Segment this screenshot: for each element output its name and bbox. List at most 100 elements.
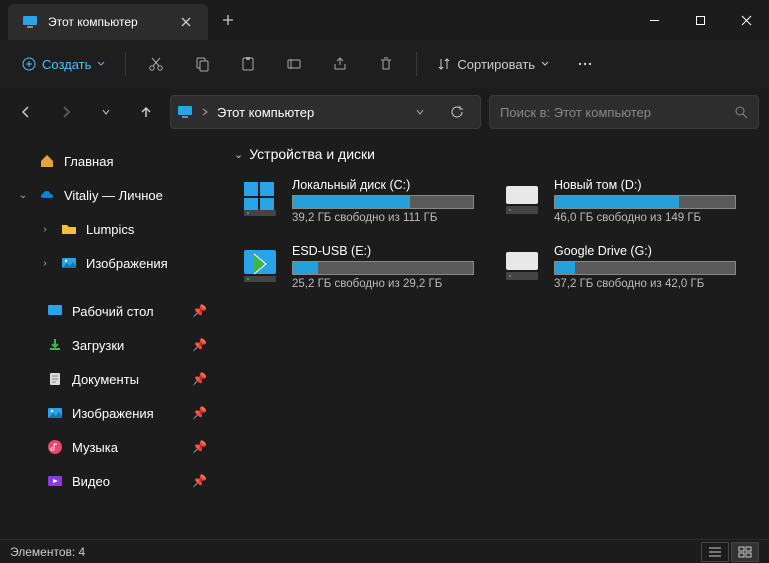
refresh-button[interactable] bbox=[440, 95, 474, 129]
chevron-down-icon: ⌄ bbox=[16, 190, 30, 201]
sidebar-label: Видео bbox=[72, 474, 184, 489]
folder-icon bbox=[60, 220, 78, 238]
drive-capacity-bar bbox=[292, 261, 474, 275]
forward-button[interactable] bbox=[50, 96, 82, 128]
search-icon bbox=[734, 105, 748, 119]
drive-capacity-bar bbox=[554, 261, 736, 275]
sidebar-label: Изображения bbox=[86, 256, 208, 271]
tab-title: Этот компьютер bbox=[48, 15, 168, 29]
paste-icon bbox=[240, 56, 256, 72]
sidebar-item-documents[interactable]: Документы 📌 bbox=[4, 362, 214, 396]
downloads-icon bbox=[46, 336, 64, 354]
breadcrumb-sep-icon bbox=[201, 108, 209, 116]
details-view-button[interactable] bbox=[701, 542, 729, 562]
sidebar-item-images[interactable]: › Изображения bbox=[4, 246, 214, 280]
address-bar[interactable]: Этот компьютер bbox=[170, 95, 481, 129]
copy-button[interactable] bbox=[182, 47, 222, 81]
item-count: Элементов: 4 bbox=[10, 545, 85, 559]
cloud-icon bbox=[38, 186, 56, 204]
drive-icon bbox=[500, 242, 544, 286]
address-dropdown[interactable] bbox=[408, 107, 432, 117]
desktop-icon bbox=[46, 302, 64, 320]
sidebar-item-desktop[interactable]: Рабочий стол 📌 bbox=[4, 294, 214, 328]
drive-icon bbox=[238, 242, 282, 286]
sidebar-label: Lumpics bbox=[86, 222, 208, 237]
minimize-button[interactable] bbox=[631, 0, 677, 40]
sidebar-label: Рабочий стол bbox=[72, 304, 184, 319]
sidebar-item-videos[interactable]: Видео 📌 bbox=[4, 464, 214, 498]
chevron-right-icon: › bbox=[38, 258, 52, 269]
pin-icon: 📌 bbox=[192, 406, 208, 420]
drive-icon bbox=[500, 176, 544, 220]
address-path: Этот компьютер bbox=[217, 105, 400, 120]
cut-button[interactable] bbox=[136, 47, 176, 81]
content-pane: ⌄ Устройства и диски Локальный диск (C:)… bbox=[218, 136, 769, 539]
sidebar-label: Vitaliy — Личное bbox=[64, 188, 208, 203]
drives-grid: Локальный диск (C:) 39,2 ГБ свободно из 1… bbox=[234, 172, 753, 296]
create-button[interactable]: Создать bbox=[12, 47, 115, 81]
sidebar-label: Документы bbox=[72, 372, 184, 387]
recent-dropdown[interactable] bbox=[90, 96, 122, 128]
share-button[interactable] bbox=[320, 47, 360, 81]
video-icon bbox=[46, 472, 64, 490]
navbar: Этот компьютер Поиск в: Этот компьютер bbox=[0, 88, 769, 136]
up-button[interactable] bbox=[130, 96, 162, 128]
rename-button[interactable] bbox=[274, 47, 314, 81]
drive-item[interactable]: ESD-USB (E:) 25,2 ГБ свободно из 29,2 ГБ bbox=[234, 238, 478, 296]
section-devices-header[interactable]: ⌄ Устройства и диски bbox=[234, 146, 753, 162]
drive-free-space: 25,2 ГБ свободно из 29,2 ГБ bbox=[292, 278, 474, 290]
sidebar-item-downloads[interactable]: Загрузки 📌 bbox=[4, 328, 214, 362]
sidebar-item-lumpics[interactable]: › Lumpics bbox=[4, 212, 214, 246]
sidebar: Главная ⌄ Vitaliy — Личное › Lumpics › И… bbox=[0, 136, 218, 539]
home-icon bbox=[38, 152, 56, 170]
sidebar-item-pictures[interactable]: Изображения 📌 bbox=[4, 396, 214, 430]
drive-name: Google Drive (G:) bbox=[554, 244, 736, 258]
pin-icon: 📌 bbox=[192, 440, 208, 454]
close-tab-icon[interactable] bbox=[178, 14, 194, 30]
more-button[interactable] bbox=[565, 47, 605, 81]
drive-item[interactable]: Google Drive (G:) 37,2 ГБ свободно из 42,… bbox=[496, 238, 740, 296]
chevron-down-icon: ⌄ bbox=[234, 148, 243, 161]
drive-name: ESD-USB (E:) bbox=[292, 244, 474, 258]
statusbar: Элементов: 4 bbox=[0, 539, 769, 563]
tiles-view-button[interactable] bbox=[731, 542, 759, 562]
sort-button[interactable]: Сортировать bbox=[427, 47, 559, 81]
trash-icon bbox=[378, 56, 394, 72]
drive-name: Новый том (D:) bbox=[554, 178, 736, 192]
cut-icon bbox=[148, 56, 164, 72]
drive-free-space: 46,0 ГБ свободно из 149 ГБ bbox=[554, 212, 736, 224]
pin-icon: 📌 bbox=[192, 304, 208, 318]
ellipsis-icon bbox=[577, 56, 593, 72]
sidebar-item-onedrive[interactable]: ⌄ Vitaliy — Личное bbox=[4, 178, 214, 212]
back-button[interactable] bbox=[10, 96, 42, 128]
drive-free-space: 37,2 ГБ свободно из 42,0 ГБ bbox=[554, 278, 736, 290]
maximize-button[interactable] bbox=[677, 0, 723, 40]
monitor-icon bbox=[22, 14, 38, 30]
monitor-icon bbox=[177, 104, 193, 120]
search-placeholder: Поиск в: Этот компьютер bbox=[500, 105, 726, 120]
close-window-button[interactable] bbox=[723, 0, 769, 40]
drive-item[interactable]: Новый том (D:) 46,0 ГБ свободно из 149 ГБ bbox=[496, 172, 740, 230]
music-icon bbox=[46, 438, 64, 456]
chevron-right-icon: › bbox=[38, 224, 52, 235]
drive-name: Локальный диск (C:) bbox=[292, 178, 474, 192]
toolbar: Создать Сортировать bbox=[0, 40, 769, 88]
sidebar-label: Загрузки bbox=[72, 338, 184, 353]
copy-icon bbox=[194, 56, 210, 72]
new-tab-button[interactable] bbox=[208, 0, 248, 40]
share-icon bbox=[332, 56, 348, 72]
sidebar-item-home[interactable]: Главная bbox=[4, 144, 214, 178]
delete-button[interactable] bbox=[366, 47, 406, 81]
sidebar-label: Главная bbox=[64, 154, 208, 169]
sort-label: Сортировать bbox=[457, 57, 535, 72]
drive-item[interactable]: Локальный диск (C:) 39,2 ГБ свободно из 1… bbox=[234, 172, 478, 230]
search-box[interactable]: Поиск в: Этот компьютер bbox=[489, 95, 759, 129]
sidebar-label: Музыка bbox=[72, 440, 184, 455]
tab-this-pc[interactable]: Этот компьютер bbox=[8, 4, 208, 40]
pin-icon: 📌 bbox=[192, 338, 208, 352]
sidebar-item-music[interactable]: Музыка 📌 bbox=[4, 430, 214, 464]
drive-free-space: 39,2 ГБ свободно из 111 ГБ bbox=[292, 212, 474, 224]
create-label: Создать bbox=[42, 57, 91, 72]
main-area: Главная ⌄ Vitaliy — Личное › Lumpics › И… bbox=[0, 136, 769, 539]
paste-button[interactable] bbox=[228, 47, 268, 81]
